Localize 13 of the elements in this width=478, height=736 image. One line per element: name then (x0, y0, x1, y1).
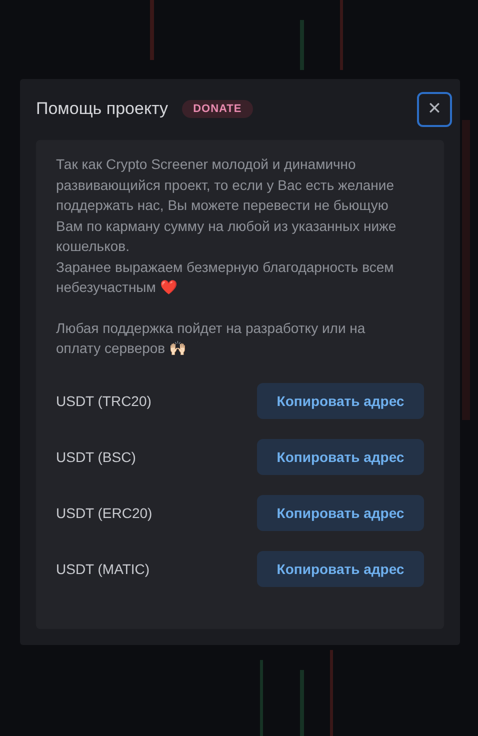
copy-address-button[interactable]: Копировать адрес (257, 550, 424, 586)
donate-badge: DONATE (182, 100, 253, 118)
copy-address-button[interactable]: Копировать адрес (257, 494, 424, 530)
wallet-label: USDT (BSC) (56, 448, 136, 464)
copy-address-button[interactable]: Копировать адрес (257, 382, 424, 418)
close-button[interactable]: ✕ (417, 92, 452, 126)
copy-address-button[interactable]: Копировать адрес (257, 438, 424, 474)
description-text: Так как Crypto Screener молодой и динамично развивающийся проект, то если у Вас есть желание поддержать нас, Вы можете перевести не бьющую Вам по карману сумму на любой из указанных ниже кошельков. Заранее выражаем безмерную благодарность всем небезучастным ❤ (56, 155, 398, 297)
description-text: Любая поддержка пойдет на разработку или на оплату серверов 🙌🏻 (56, 318, 366, 358)
dialog-title: Помощь проекту (36, 99, 168, 119)
wallet-label: USDT (TRC20) (56, 392, 152, 408)
wallet-label: USDT (MATIC) (56, 560, 150, 576)
wallet-label: USDT (ERC20) (56, 504, 152, 520)
